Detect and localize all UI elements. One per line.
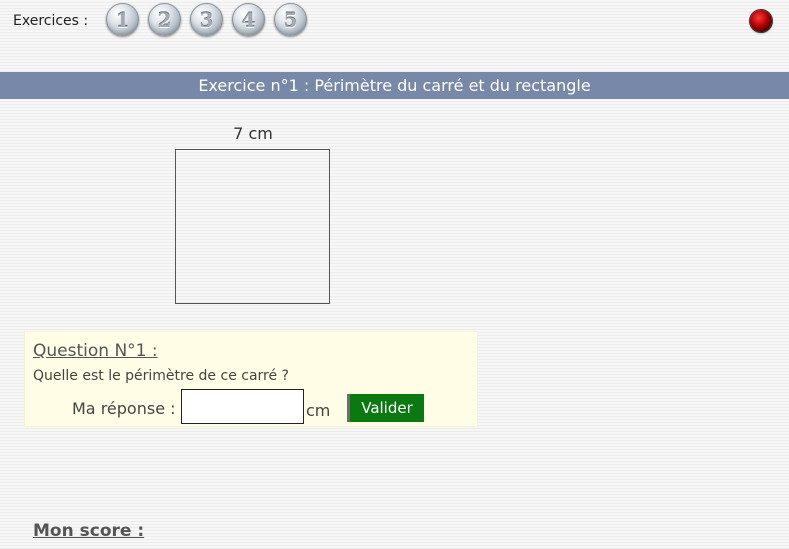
exercise-5-button[interactable]: 5 xyxy=(274,3,307,36)
exercise-title: Exercice n°1 : Périmètre du carré et du … xyxy=(198,76,591,95)
exercise-title-bar: Exercice n°1 : Périmètre du carré et du … xyxy=(0,72,789,99)
exercise-4-button[interactable]: 4 xyxy=(232,3,265,36)
exercise-3-button[interactable]: 3 xyxy=(190,3,223,36)
question-text: Quelle est le périmètre de ce carré ? xyxy=(33,368,289,384)
square-figure xyxy=(175,149,330,304)
score-label: Mon score : xyxy=(33,521,145,541)
square-side-label: 7 cm xyxy=(233,124,273,143)
top-toolbar: Exercices : 1 2 3 4 5 xyxy=(0,0,789,44)
answer-label: Ma réponse : xyxy=(72,399,176,418)
answer-input[interactable] xyxy=(181,389,304,424)
quit-button-icon[interactable] xyxy=(750,10,772,32)
exercise-2-button[interactable]: 2 xyxy=(148,3,181,36)
question-panel: Question N°1 : Quelle est le périmètre d… xyxy=(24,331,478,427)
exercises-label: Exercices : xyxy=(13,13,89,29)
question-title: Question N°1 : xyxy=(33,341,158,361)
answer-unit: cm xyxy=(306,401,331,420)
validate-button[interactable]: Valider xyxy=(347,394,424,422)
exercise-1-button[interactable]: 1 xyxy=(106,3,139,36)
